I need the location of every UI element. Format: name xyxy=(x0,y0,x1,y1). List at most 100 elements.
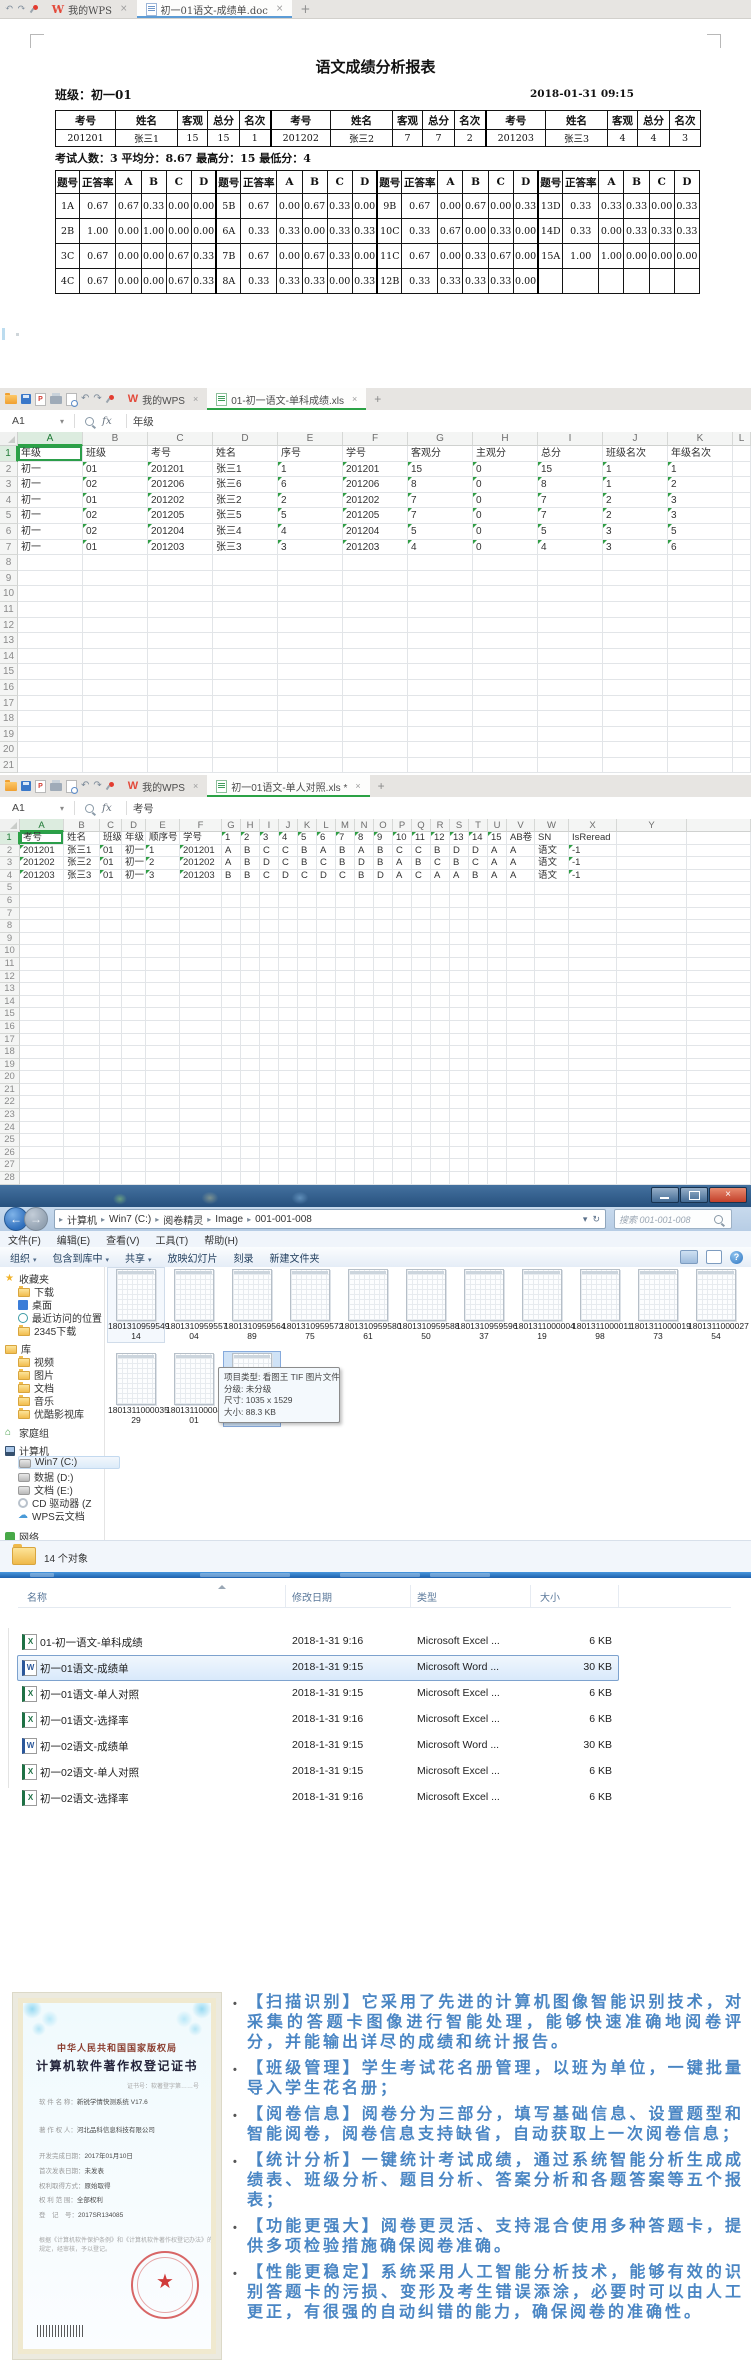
cell[interactable] xyxy=(374,1046,393,1059)
cell[interactable] xyxy=(298,1059,317,1072)
cell[interactable] xyxy=(355,1046,374,1059)
cell[interactable] xyxy=(535,1021,569,1034)
cell[interactable] xyxy=(687,996,751,1009)
cell[interactable] xyxy=(336,920,355,933)
row-header-4[interactable]: 4 xyxy=(0,493,18,509)
cell[interactable] xyxy=(374,882,393,895)
cell[interactable] xyxy=(222,908,241,921)
cell[interactable] xyxy=(538,586,603,602)
cell[interactable] xyxy=(336,933,355,946)
cell[interactable] xyxy=(488,1172,507,1185)
cell[interactable] xyxy=(355,996,374,1009)
cell[interactable] xyxy=(507,1172,535,1185)
cell[interactable] xyxy=(279,996,298,1009)
refresh-icon[interactable]: ↻ xyxy=(592,1214,600,1225)
cell[interactable] xyxy=(146,882,180,895)
cell[interactable]: D xyxy=(260,857,279,870)
cell[interactable] xyxy=(260,1122,279,1135)
cell[interactable] xyxy=(100,1084,122,1097)
command-item[interactable]: 共享▾ xyxy=(125,1250,152,1265)
cell[interactable] xyxy=(603,727,668,743)
cell[interactable] xyxy=(260,1084,279,1097)
cell[interactable] xyxy=(100,1122,122,1135)
cell[interactable]: 0 xyxy=(473,524,538,540)
cell[interactable] xyxy=(100,920,122,933)
cell[interactable] xyxy=(298,908,317,921)
cell[interactable] xyxy=(20,1122,64,1135)
cell[interactable] xyxy=(122,1096,146,1109)
cell[interactable] xyxy=(488,1046,507,1059)
cell[interactable] xyxy=(412,1046,431,1059)
cell[interactable]: B xyxy=(431,845,450,858)
cell[interactable] xyxy=(222,983,241,996)
column-header-A[interactable]: A xyxy=(20,819,64,832)
cell[interactable] xyxy=(393,1008,412,1021)
cell[interactable] xyxy=(279,1172,298,1185)
cell[interactable] xyxy=(733,462,751,478)
cell[interactable] xyxy=(260,882,279,895)
cell[interactable] xyxy=(473,633,538,649)
cell[interactable]: D xyxy=(355,857,374,870)
cell[interactable]: 01 xyxy=(83,540,148,556)
cell[interactable] xyxy=(317,996,336,1009)
cell[interactable] xyxy=(298,1134,317,1147)
column-header-I[interactable]: I xyxy=(260,819,279,832)
cell[interactable] xyxy=(507,996,535,1009)
cell[interactable] xyxy=(535,1071,569,1084)
cell[interactable] xyxy=(83,555,148,571)
cell[interactable] xyxy=(617,1046,687,1059)
cell[interactable] xyxy=(279,958,298,971)
cell[interactable] xyxy=(355,958,374,971)
cell[interactable] xyxy=(64,1147,100,1160)
cell[interactable] xyxy=(569,1109,617,1122)
cell[interactable] xyxy=(687,1109,751,1122)
cell[interactable] xyxy=(617,845,687,858)
cell[interactable]: 4 xyxy=(408,540,473,556)
cell[interactable] xyxy=(412,920,431,933)
cell[interactable] xyxy=(488,1034,507,1047)
cell[interactable]: 2 xyxy=(278,493,343,509)
close-tab-icon[interactable]: × xyxy=(352,394,357,404)
redo-icon[interactable]: ↷ xyxy=(17,4,25,14)
cell[interactable] xyxy=(222,1172,241,1185)
export-pdf-icon[interactable]: P xyxy=(35,780,46,793)
column-header-E[interactable]: E xyxy=(146,819,180,832)
cell[interactable] xyxy=(535,1109,569,1122)
cell[interactable] xyxy=(408,633,473,649)
cell[interactable] xyxy=(317,1159,336,1172)
cell[interactable] xyxy=(260,1034,279,1047)
cell[interactable] xyxy=(535,908,569,921)
cell[interactable] xyxy=(733,649,751,665)
thumbnail-item[interactable]: 180131095955704 xyxy=(166,1268,222,1342)
cell[interactable] xyxy=(507,895,535,908)
row-header-12[interactable]: 12 xyxy=(0,618,18,634)
cell[interactable] xyxy=(374,1147,393,1160)
cell[interactable] xyxy=(469,1147,488,1160)
cell[interactable] xyxy=(393,1071,412,1084)
cell[interactable] xyxy=(687,1046,751,1059)
cell[interactable] xyxy=(507,1134,535,1147)
cell[interactable] xyxy=(450,983,469,996)
cell[interactable] xyxy=(488,945,507,958)
cell[interactable] xyxy=(355,971,374,984)
cell[interactable] xyxy=(733,664,751,680)
cell[interactable] xyxy=(100,983,122,996)
breadcrumb-item[interactable]: 001-001-008 xyxy=(255,1214,312,1225)
row-header-20[interactable]: 20 xyxy=(0,1071,20,1084)
cell[interactable] xyxy=(668,602,733,618)
cell[interactable] xyxy=(393,1109,412,1122)
thumbnail-item[interactable]: 180131100003529 xyxy=(108,1352,164,1426)
cell[interactable] xyxy=(569,908,617,921)
breadcrumb-item[interactable]: Win7 (C:) xyxy=(109,1214,151,1225)
cell[interactable]: 年级名次 xyxy=(668,446,733,462)
cell[interactable] xyxy=(222,1084,241,1097)
thumbnail-item[interactable]: 180131095954914 xyxy=(107,1267,165,1343)
thumbnail-item[interactable]: 180131095957275 xyxy=(282,1268,338,1342)
cell[interactable] xyxy=(146,920,180,933)
print-icon[interactable] xyxy=(50,783,62,791)
cell[interactable]: 3 xyxy=(603,524,668,540)
column-header-V[interactable]: V xyxy=(507,819,535,832)
cell[interactable] xyxy=(450,1059,469,1072)
cell[interactable]: 张三1 xyxy=(64,845,100,858)
cell[interactable] xyxy=(260,908,279,921)
